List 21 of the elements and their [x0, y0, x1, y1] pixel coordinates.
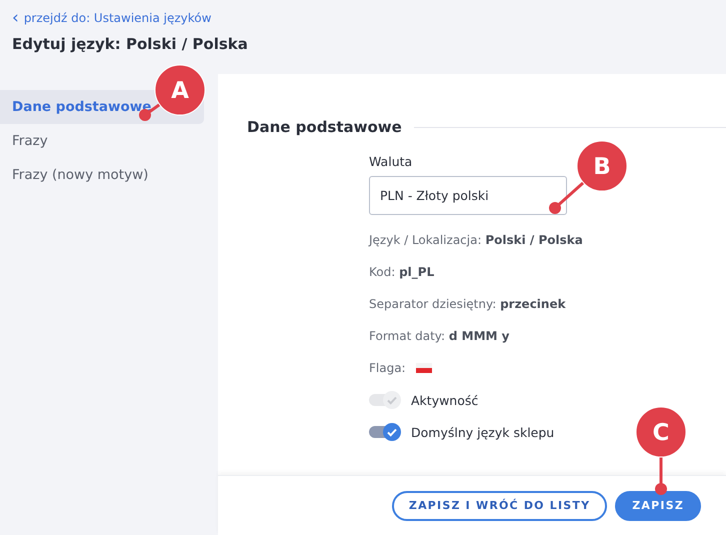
toggle-switch[interactable] — [369, 426, 399, 438]
back-link[interactable]: ‹ przejdź do: Ustawienia języków — [12, 11, 212, 25]
info-text: Język / Lokalizacja: Polski / Polska — [369, 232, 584, 249]
save-and-return-button[interactable]: ZAPISZ I WRÓĆ DO LISTY — [392, 490, 608, 520]
save-button[interactable]: ZAPISZ — [615, 490, 701, 520]
currency-field[interactable]: PLN - Złoty polski — [369, 176, 567, 215]
info-text: Kod: pl_PL — [369, 264, 436, 281]
sidebar-item[interactable]: Frazy (nowy motyw) — [0, 158, 204, 192]
chevron-left-icon: ‹ — [12, 11, 19, 25]
callout-tooltip: C — [635, 406, 687, 496]
flag-icon — [416, 363, 432, 373]
sidebar-item[interactable]: Frazy — [0, 124, 204, 158]
toggle-label: Aktywność — [411, 392, 478, 408]
info-text: Separator dziesiętny: przecinek — [369, 296, 567, 313]
section-heading: Dane podstawowe — [247, 118, 402, 136]
toggle-label: Domyślny język sklepu — [411, 424, 554, 440]
field-label: Waluta — [369, 154, 412, 169]
page-title: Edytuj język: Polski / Polska — [12, 35, 249, 53]
callout-tooltip: B — [548, 140, 630, 216]
info-text: Format daty: d MMM y — [369, 328, 510, 345]
flag-label: Flaga: — [369, 360, 406, 377]
